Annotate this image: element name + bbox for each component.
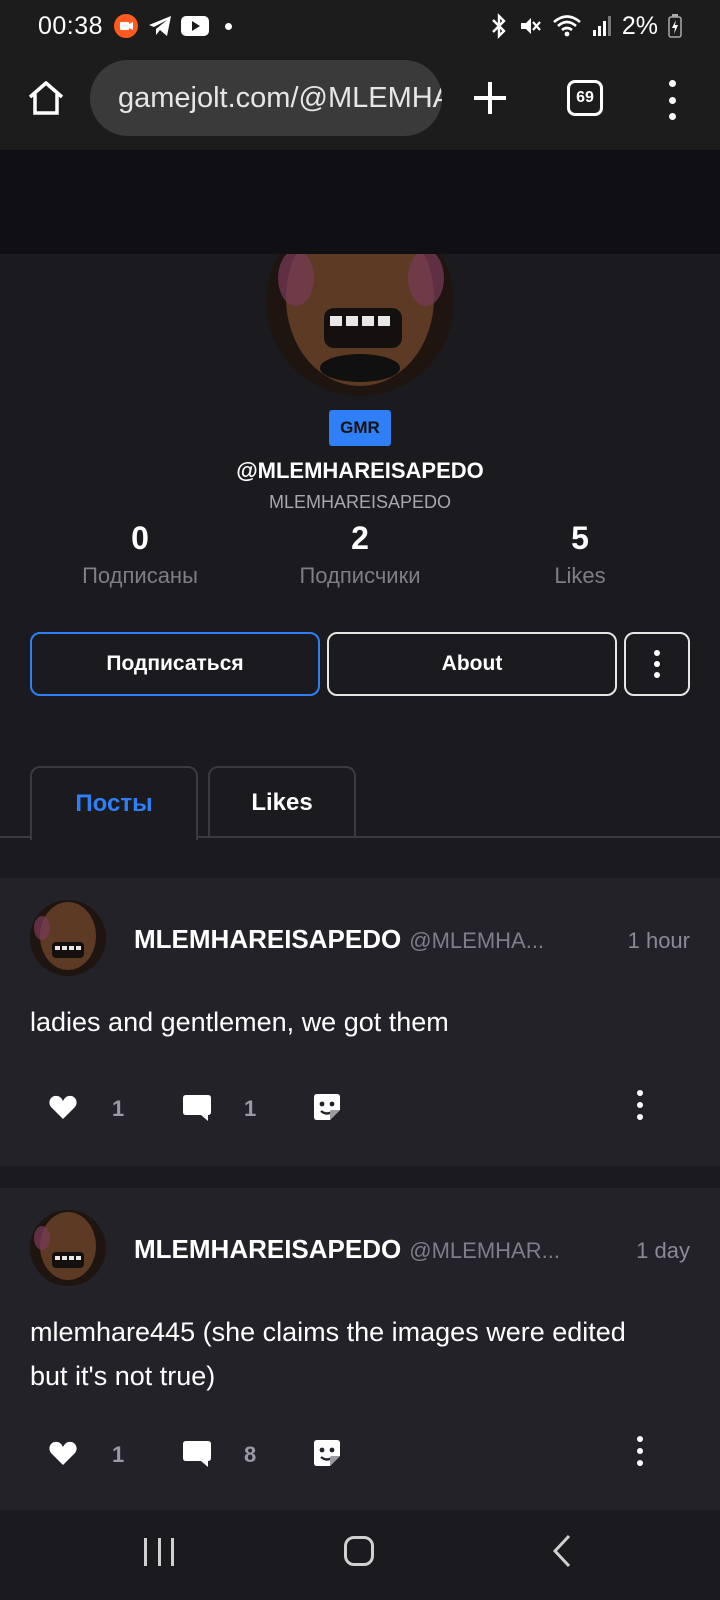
address-bar[interactable]: gamejolt.com/@MLEMHAREISAPEDO bbox=[90, 60, 442, 136]
signal-icon bbox=[592, 16, 611, 36]
browser-toolbar: gamejolt.com/@MLEMHAREISAPEDO 69 bbox=[0, 52, 720, 150]
tab-likes[interactable]: Likes bbox=[208, 766, 356, 838]
battery-percent: 2% bbox=[621, 11, 658, 40]
post-author-handle: @MLEMHA... bbox=[409, 928, 545, 953]
new-tab-icon[interactable] bbox=[470, 76, 510, 120]
stat-followers[interactable]: 2 Подписчики bbox=[260, 520, 460, 589]
about-button[interactable]: About bbox=[327, 632, 617, 696]
stat-following-label: Подписаны bbox=[82, 563, 198, 588]
system-nav-bar bbox=[0, 1510, 720, 1600]
stat-followers-value: 2 bbox=[351, 520, 369, 556]
post-author-label: MLEMHAREISAPEDO bbox=[134, 924, 402, 954]
like-count[interactable]: 1 bbox=[112, 1442, 124, 1468]
post-author-avatar[interactable] bbox=[30, 900, 106, 976]
tab-posts[interactable]: Посты bbox=[30, 766, 198, 840]
post-author-handle: @MLEMHAR... bbox=[409, 1238, 560, 1263]
stat-likes[interactable]: 5 Likes bbox=[480, 520, 680, 589]
wifi-icon bbox=[553, 15, 581, 37]
post-timestamp[interactable]: 1 day bbox=[636, 1238, 690, 1264]
home-icon[interactable] bbox=[26, 78, 66, 118]
like-icon[interactable] bbox=[48, 1438, 78, 1468]
like-count[interactable]: 1 bbox=[112, 1096, 124, 1122]
bluetooth-icon bbox=[492, 13, 506, 39]
sticker-icon[interactable] bbox=[312, 1438, 342, 1468]
comment-count[interactable]: 8 bbox=[244, 1442, 256, 1468]
stat-likes-label: Likes bbox=[554, 563, 606, 588]
post-timestamp[interactable]: 1 hour bbox=[628, 928, 690, 954]
mute-icon bbox=[520, 18, 541, 34]
stat-following-value: 0 bbox=[131, 520, 149, 556]
post-actions: 1 8 bbox=[48, 1434, 688, 1474]
post-author-name[interactable]: MLEMHAREISAPEDO @MLEMHAR... bbox=[134, 1234, 560, 1265]
post-body[interactable]: mlemhare445 (she claims the images were … bbox=[30, 1310, 670, 1398]
profile-username: @MLEMHAREISAPEDO bbox=[236, 458, 484, 483]
youtube-icon bbox=[181, 16, 210, 36]
post-more-button[interactable] bbox=[636, 1090, 644, 1120]
profile-display-name: MLEMHAREISAPEDO bbox=[268, 492, 452, 512]
recent-apps-icon[interactable] bbox=[144, 1538, 174, 1566]
nav-home-icon[interactable] bbox=[344, 1536, 374, 1566]
screen-recorder-icon bbox=[114, 14, 139, 38]
stat-followers-label: Подписчики bbox=[299, 563, 421, 588]
profile-more-button[interactable] bbox=[624, 632, 690, 696]
like-icon[interactable] bbox=[48, 1092, 78, 1122]
more-notifications-dot-icon bbox=[225, 22, 233, 30]
tab-switcher-button[interactable]: 69 bbox=[567, 80, 603, 116]
back-icon[interactable] bbox=[552, 1534, 572, 1568]
post-author-label: MLEMHAREISAPEDO bbox=[134, 1234, 402, 1264]
comment-count[interactable]: 1 bbox=[244, 1096, 256, 1122]
telegram-icon bbox=[149, 16, 172, 36]
post-body[interactable]: ladies and gentlemen, we got them bbox=[30, 1000, 670, 1044]
follow-button[interactable]: Подписаться bbox=[30, 632, 320, 696]
status-time: 00:38 bbox=[38, 11, 104, 40]
browser-menu-button[interactable] bbox=[662, 80, 682, 120]
comment-icon[interactable] bbox=[182, 1438, 212, 1468]
post-author-avatar[interactable] bbox=[30, 1210, 106, 1286]
post-card[interactable]: MLEMHAREISAPEDO @MLEMHAR... 1 day mlemhar… bbox=[0, 1188, 720, 1510]
post-actions: 1 1 bbox=[48, 1088, 688, 1128]
post-more-button[interactable] bbox=[636, 1436, 644, 1466]
post-card[interactable]: MLEMHAREISAPEDO @MLEMHA... 1 hour ladies … bbox=[0, 878, 720, 1166]
comment-icon[interactable] bbox=[182, 1092, 212, 1122]
gamer-badge: GMR bbox=[329, 410, 391, 446]
stat-likes-value: 5 bbox=[571, 520, 589, 556]
stat-following[interactable]: 0 Подписаны bbox=[40, 520, 240, 589]
battery-charging-icon bbox=[668, 14, 682, 38]
sticker-icon[interactable] bbox=[312, 1092, 342, 1122]
status-bar: 00:38 2% bbox=[0, 0, 720, 52]
url-text: gamejolt.com/@MLEMHAREISAPEDO bbox=[118, 81, 442, 114]
post-author-name[interactable]: MLEMHAREISAPEDO @MLEMHA... bbox=[134, 924, 544, 955]
